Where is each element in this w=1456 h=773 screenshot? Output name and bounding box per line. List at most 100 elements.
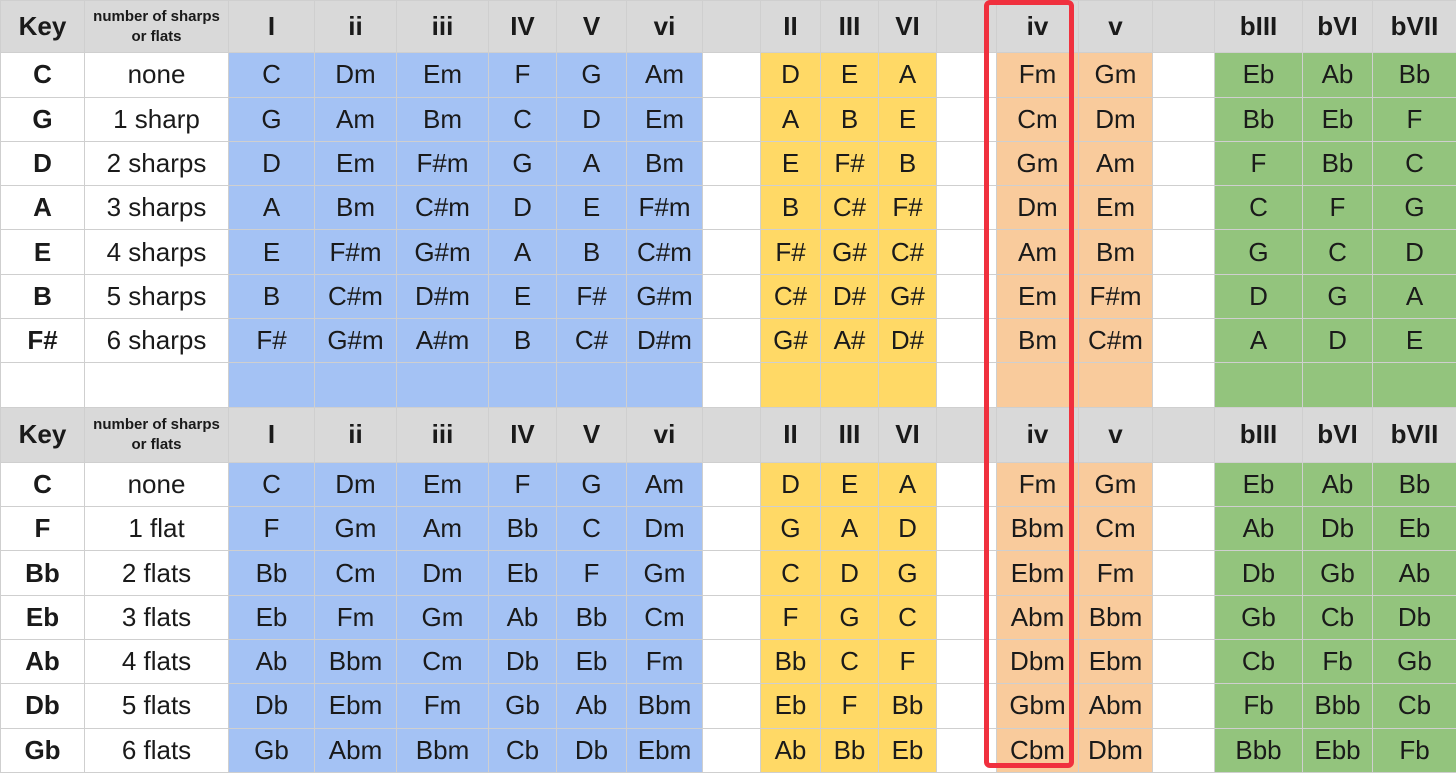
chord-cell: C#m xyxy=(314,273,397,320)
chord-cell xyxy=(702,52,761,98)
chord-cell: Bb xyxy=(1372,461,1456,508)
chord-cell: Dm xyxy=(626,506,703,552)
chord-cell: B xyxy=(760,185,821,231)
chord-cell: Gm xyxy=(1078,52,1153,98)
chord-cell: D#m xyxy=(626,318,703,364)
chord-cell xyxy=(702,273,761,320)
header-cell: bIII xyxy=(1214,406,1303,463)
chord-cell: Eb xyxy=(878,727,937,773)
chord-cell xyxy=(1152,273,1215,320)
chord-cell: Ab xyxy=(760,727,821,773)
header-cell: vi xyxy=(626,406,703,463)
chord-cell: E xyxy=(760,140,821,187)
chord-cell: E xyxy=(820,52,879,98)
header-cell: ii xyxy=(314,0,397,54)
sharp-key-row: G1 sharp G Am Bm C D Em A B E Cm Dm Bb Eb F xyxy=(0,96,1456,142)
chord-cell: Ab xyxy=(228,639,315,685)
chord-cell: Bb xyxy=(878,683,937,729)
empty-cell xyxy=(396,362,489,408)
chord-cell: Dm xyxy=(314,461,397,508)
chord-cell: F xyxy=(760,594,821,641)
chord-cell: Cm xyxy=(1078,506,1153,552)
chord-cell: C xyxy=(878,594,937,641)
chord-cell: Eb xyxy=(556,639,627,685)
empty-cell xyxy=(1152,362,1215,408)
chord-cell: D xyxy=(488,185,557,231)
key-cell: C xyxy=(0,461,85,508)
chord-cell: F xyxy=(1214,140,1303,187)
chord-cell xyxy=(936,140,997,187)
chord-cell: C# xyxy=(760,273,821,320)
key-cell: A xyxy=(0,185,85,231)
chord-cell: Bbm xyxy=(396,727,489,773)
chord-cell: Ebm xyxy=(996,550,1079,596)
chord-cell xyxy=(702,461,761,508)
header-cell: bIII xyxy=(1214,0,1303,54)
accidentals-cell: 4 sharps xyxy=(84,229,229,275)
chord-cell: Bm xyxy=(996,318,1079,364)
chord-cell: F xyxy=(488,461,557,508)
chord-cell xyxy=(936,52,997,98)
header-cell: VI xyxy=(878,0,937,54)
header-cell: v xyxy=(1078,0,1153,54)
chord-cell: Fb xyxy=(1372,727,1456,773)
empty-cell xyxy=(0,362,85,408)
chord-cell: F#m xyxy=(396,140,489,187)
chord-cell: Abm xyxy=(1078,683,1153,729)
chord-cell: Ebm xyxy=(1078,639,1153,685)
sharp-key-row: A3 sharps A Bm C#m D E F#m B C# F# Dm Em C F G xyxy=(0,185,1456,231)
chord-cell: F#m xyxy=(314,229,397,275)
chord-cell: Cm xyxy=(396,639,489,685)
chord-cell: Gm xyxy=(996,140,1079,187)
header-cell xyxy=(702,0,761,54)
chord-cell xyxy=(936,683,997,729)
header-cell: I xyxy=(228,406,315,463)
chord-cell xyxy=(1152,594,1215,641)
chord-cell: D xyxy=(556,96,627,142)
chord-cell: G xyxy=(1214,229,1303,275)
header-cell: bVII xyxy=(1372,0,1456,54)
empty-cell xyxy=(878,362,937,408)
chord-cell xyxy=(702,185,761,231)
chord-cell: Ab xyxy=(1302,461,1373,508)
chord-cell: A xyxy=(1372,273,1456,320)
chord-cell: Dbm xyxy=(996,639,1079,685)
chord-cell: C# xyxy=(878,229,937,275)
chord-cell: C xyxy=(228,461,315,508)
chord-cell: Ab xyxy=(556,683,627,729)
chord-cell: Ab xyxy=(1302,52,1373,98)
chord-cell: Eb xyxy=(1372,506,1456,552)
chord-cell: F#m xyxy=(626,185,703,231)
chord-cell: C#m xyxy=(626,229,703,275)
chord-cell xyxy=(1152,318,1215,364)
chord-cell: Cb xyxy=(488,727,557,773)
chord-cell: Fm xyxy=(996,461,1079,508)
chord-cell: Abm xyxy=(314,727,397,773)
flat-key-row: Ab 4 flats Ab Bbm Cm Db Eb Fm Bb C F Dbm Ebm Cb Fb Gb xyxy=(0,639,1456,685)
accidentals-cell: 3 flats xyxy=(84,594,229,641)
chord-cell: Cm xyxy=(314,550,397,596)
chord-cell: G# xyxy=(820,229,879,275)
chord-cell: Db xyxy=(488,639,557,685)
flat-key-row: Db 5 flats Db Ebm Fm Gb Ab Bbm Eb F Bb Gbm Abm Fb Bbb C… xyxy=(0,683,1456,729)
accidentals-cell: 3 sharps xyxy=(84,185,229,231)
empty-cell xyxy=(820,362,879,408)
header-cell xyxy=(936,0,997,54)
flat-key-row: Gb 6 flats Gb Abm Bbm Cb Db Ebm Ab Bb Eb Cbm Dbm Bbb E… xyxy=(0,727,1456,773)
header-cell: III xyxy=(820,406,879,463)
chord-cell: E xyxy=(820,461,879,508)
chord-cell: D xyxy=(820,550,879,596)
key-cell: D xyxy=(0,140,85,187)
chord-cell: A xyxy=(556,140,627,187)
chord-cell xyxy=(1152,506,1215,552)
chord-cell: C xyxy=(760,550,821,596)
chord-cell: Eb xyxy=(760,683,821,729)
empty-cell xyxy=(996,362,1079,408)
key-cell: B xyxy=(0,273,85,320)
chord-cell: A xyxy=(228,185,315,231)
flat-key-row: Cnone C Dm Em F G Am D E A Fm Gm Eb Ab Bb xyxy=(0,461,1456,508)
empty-cell xyxy=(702,362,761,408)
chord-cell: D#m xyxy=(396,273,489,320)
chord-cell: G#m xyxy=(626,273,703,320)
chord-cell: F#m xyxy=(1078,273,1153,320)
